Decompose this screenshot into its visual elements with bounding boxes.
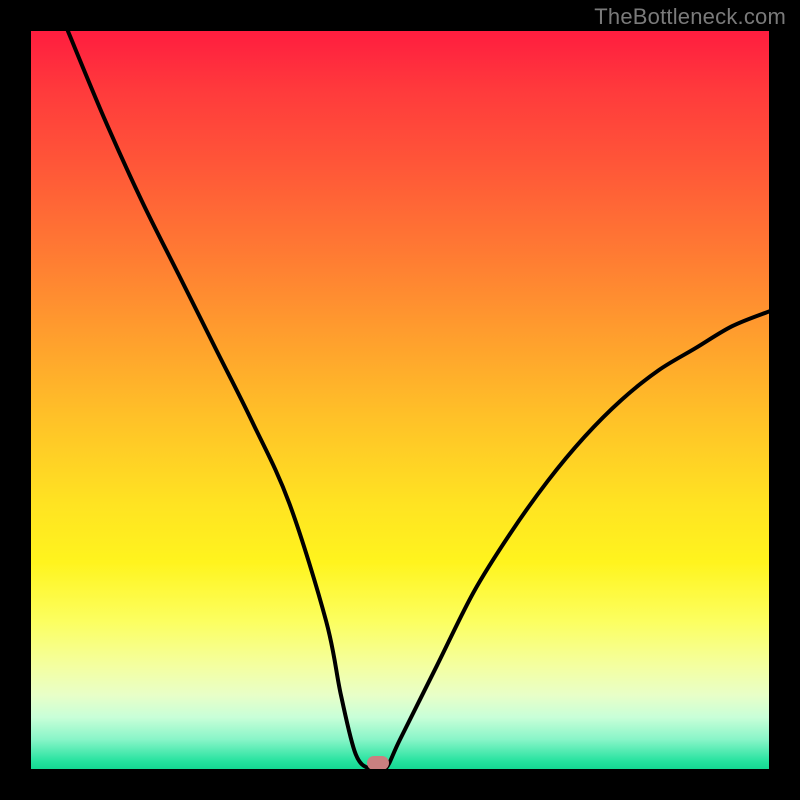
curve-svg [31, 31, 769, 769]
chart-frame: TheBottleneck.com [0, 0, 800, 800]
watermark-text: TheBottleneck.com [594, 4, 786, 30]
plot-area [31, 31, 769, 769]
bottleneck-curve [68, 31, 769, 769]
bottleneck-marker [367, 756, 389, 769]
